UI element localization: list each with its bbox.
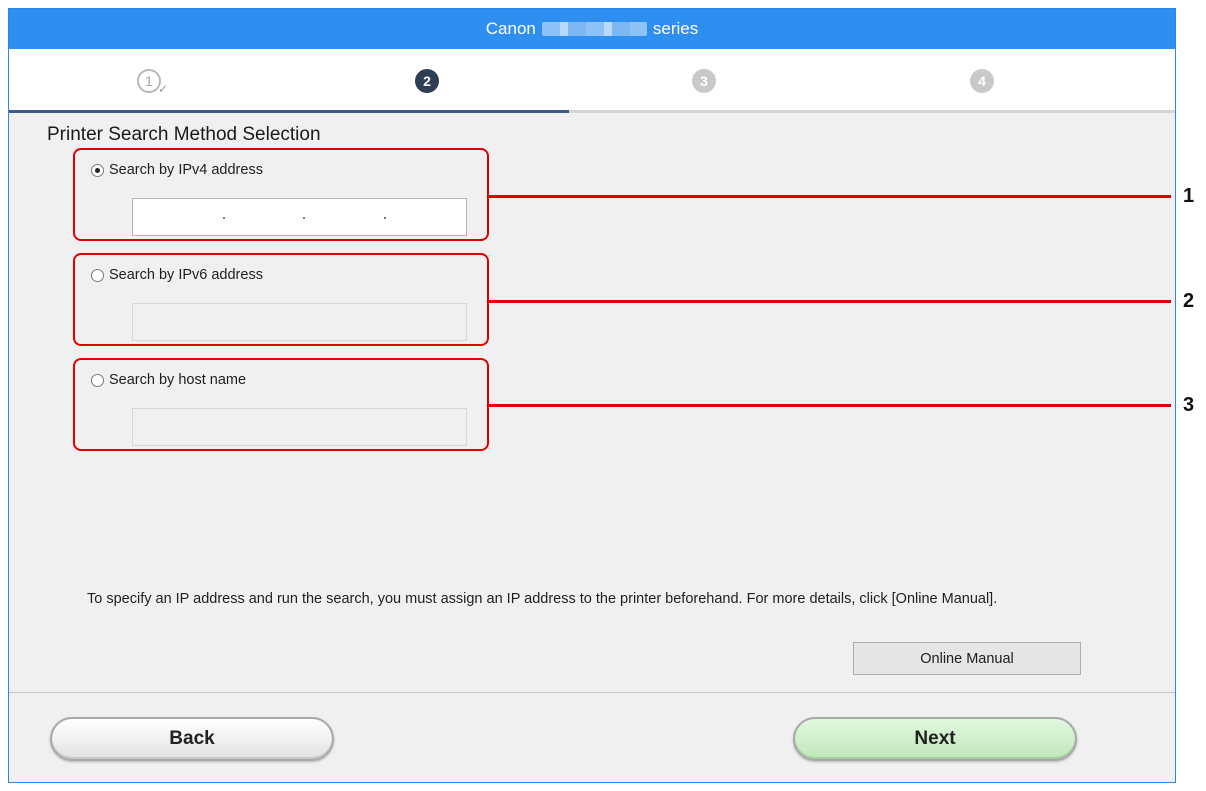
help-note: To specify an IP address and run the sea… bbox=[87, 591, 998, 607]
radio-selected-icon[interactable] bbox=[91, 163, 104, 177]
ip-separator bbox=[223, 217, 225, 219]
radio-ipv4[interactable]: Search by IPv4 address bbox=[91, 162, 263, 178]
page-title: Printer Search Method Selection bbox=[47, 124, 321, 145]
online-manual-button[interactable]: Online Manual bbox=[853, 642, 1081, 675]
radio-ipv6-label: Search by IPv6 address bbox=[109, 267, 263, 283]
step-progress-fill bbox=[9, 110, 569, 113]
ipv4-option-group: Search by IPv4 address bbox=[73, 148, 489, 241]
title-bar: Canon series bbox=[9, 9, 1175, 49]
ipv4-address-input[interactable] bbox=[132, 198, 467, 236]
title-prefix: Canon bbox=[485, 19, 536, 38]
callout-line-3 bbox=[488, 404, 1171, 407]
radio-hostname[interactable]: Search by host name bbox=[91, 372, 246, 388]
footer-divider bbox=[9, 692, 1175, 693]
hostname-option-group: Search by host name bbox=[73, 358, 489, 451]
radio-hostname-label: Search by host name bbox=[109, 372, 247, 388]
step-4-icon: 4 bbox=[970, 69, 994, 93]
ipv6-address-input[interactable] bbox=[132, 303, 467, 341]
redacted-model-name bbox=[541, 22, 647, 36]
radio-unselected-icon[interactable] bbox=[91, 268, 104, 282]
callout-line-2 bbox=[488, 300, 1171, 303]
step-indicator: 1 ✓ 2 3 4 bbox=[9, 49, 1175, 113]
callout-number-3: 3 bbox=[1183, 394, 1195, 416]
callout-number-1: 1 bbox=[1183, 185, 1195, 207]
next-button[interactable]: Next bbox=[793, 717, 1077, 761]
back-button[interactable]: Back bbox=[50, 717, 334, 761]
callout-number-2: 2 bbox=[1183, 290, 1195, 312]
radio-ipv6[interactable]: Search by IPv6 address bbox=[91, 267, 263, 283]
step-3-icon: 3 bbox=[692, 69, 716, 93]
title-suffix: series bbox=[652, 19, 699, 38]
step-2-icon: 2 bbox=[415, 69, 439, 93]
radio-unselected-icon[interactable] bbox=[91, 373, 104, 387]
ip-separator bbox=[384, 217, 386, 219]
ipv6-option-group: Search by IPv6 address bbox=[73, 253, 489, 346]
step-1-icon: 1 ✓ bbox=[137, 69, 168, 96]
hostname-input[interactable] bbox=[132, 408, 467, 446]
installer-window: Canon series 1 ✓ 2 3 4 Printer Search Met… bbox=[8, 8, 1176, 783]
callout-line-1 bbox=[488, 195, 1171, 198]
radio-ipv4-label: Search by IPv4 address bbox=[109, 162, 263, 178]
ip-separator bbox=[303, 217, 305, 219]
checkmark-icon: ✓ bbox=[157, 82, 168, 96]
